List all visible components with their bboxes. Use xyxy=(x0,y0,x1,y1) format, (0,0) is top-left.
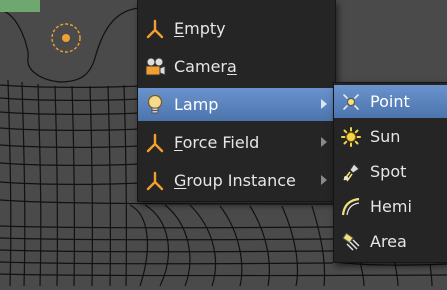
add-menu-item-label: Force Field xyxy=(174,133,260,152)
empty-axes-icon xyxy=(144,18,166,40)
group-instance-icon xyxy=(144,170,166,192)
header-strip xyxy=(0,0,40,12)
add-menu-item-3[interactable]: Force Field xyxy=(138,126,335,159)
add-menu-item-1[interactable]: Camera xyxy=(138,50,335,83)
object-origin-dot xyxy=(62,34,70,42)
add-menu-item-label: Empty xyxy=(174,19,226,38)
spot-lamp-icon xyxy=(340,161,362,183)
submenu-arrow-icon xyxy=(321,175,327,185)
lamp-item-label: Area xyxy=(370,232,407,251)
force-field-icon xyxy=(144,132,166,154)
sun-lamp-icon xyxy=(340,126,362,148)
lamp-item-2[interactable]: Spot xyxy=(334,155,447,188)
camera-icon xyxy=(144,56,166,78)
submenu-arrow-icon xyxy=(321,137,327,147)
lamp-item-label: Hemi xyxy=(370,197,412,216)
lamp-item-1[interactable]: Sun xyxy=(334,120,447,153)
add-menu-item-0[interactable]: Empty xyxy=(138,12,335,45)
add-menu-item-label: Lamp xyxy=(174,95,219,114)
lamp-item-label: Point xyxy=(370,92,410,111)
lamp-item-0[interactable]: Point xyxy=(334,85,447,118)
lamp-item-3[interactable]: Hemi xyxy=(334,190,447,223)
lamp-submenu: Point Sun Spot Hemi Area xyxy=(333,82,447,263)
add-menu-item-4[interactable]: Group Instance xyxy=(138,164,335,197)
add-menu-item-label: Group Instance xyxy=(174,171,296,190)
add-menu-item-2[interactable]: Lamp xyxy=(138,88,335,121)
area-lamp-icon xyxy=(340,231,362,253)
submenu-arrow-icon xyxy=(321,99,327,109)
add-object-menu: Empty Camera Lamp Force Field Group Instance xyxy=(137,0,336,202)
hemi-lamp-icon xyxy=(340,196,362,218)
lamp-item-label: Sun xyxy=(370,127,401,146)
lamp-item-label: Spot xyxy=(370,162,407,181)
point-lamp-icon xyxy=(340,91,362,113)
add-menu-item-label: Camera xyxy=(174,57,237,76)
lamp-bulb-icon xyxy=(144,94,166,116)
lamp-item-4[interactable]: Area xyxy=(334,225,447,258)
